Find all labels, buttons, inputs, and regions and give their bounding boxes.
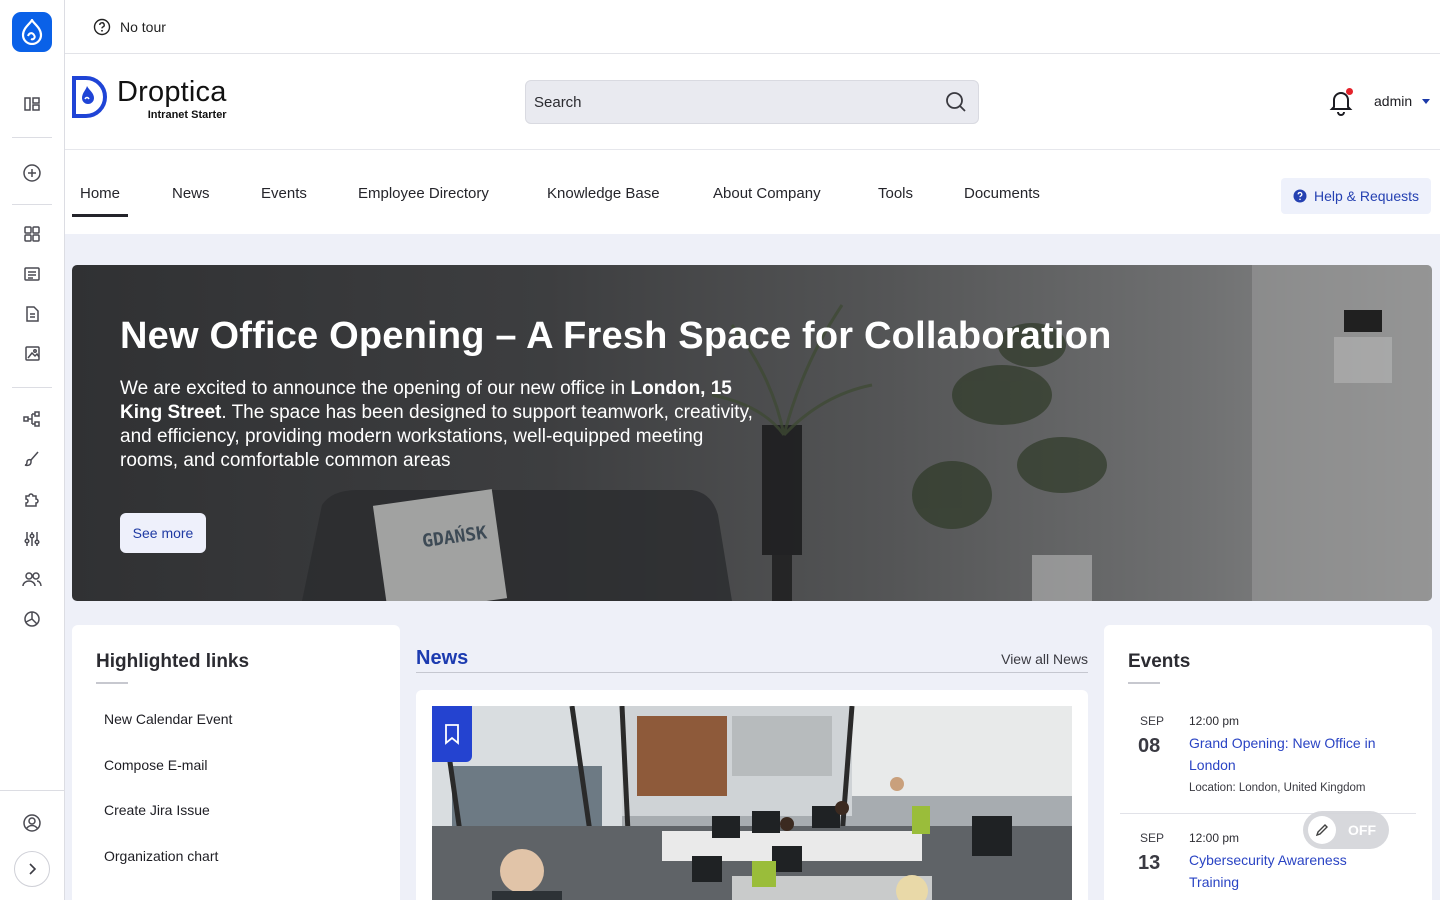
nav-item-knowledge-base[interactable]: Knowledge Base [547,185,660,202]
brand-name: Droptica [117,76,227,108]
event-location: Location: London, United Kingdom [1189,782,1366,794]
user-name: admin [1374,93,1413,109]
nav-item-news[interactable]: News [172,185,210,202]
news-image[interactable] [432,706,1072,900]
bookmark-button[interactable] [432,706,472,762]
files-icon[interactable] [20,302,44,326]
appearance-brush-icon[interactable] [20,447,44,471]
toggle-knob [1308,816,1336,844]
title-underline [1128,682,1160,684]
nav-item-employee-directory[interactable]: Employee Directory [358,185,489,202]
media-icon[interactable] [20,342,44,366]
site-logo[interactable]: Droptica Intranet Starter [71,76,227,121]
nav-item-tools[interactable]: Tools [878,185,913,202]
hero-banner: GDAŃSK New Office Opening – A Fresh Spac… [72,265,1432,601]
nav-item-home[interactable]: Home [71,185,129,217]
events-title: Events [1128,651,1191,672]
user-account-icon[interactable] [20,811,44,835]
events-card: Events SEP 08 12:00 pm Grand Opening: Ne… [1104,625,1432,900]
toggle-label: OFF [1348,822,1376,838]
main-navigation: Home News Events Employee Directory Know… [65,150,1440,234]
hero-text-1: We are excited to announce the opening o… [120,378,631,399]
tour-label[interactable]: No tour [120,19,166,35]
shortcuts-icon[interactable] [20,92,44,116]
event-time: 12:00 pm [1189,714,1240,728]
event-time: 12:00 pm [1189,831,1240,845]
news-section-header: News View all News [416,647,1088,673]
chevron-down-icon [1422,98,1431,104]
help-question-icon[interactable] [93,18,111,36]
structure-icon[interactable] [20,407,44,431]
brand-subtitle: Intranet Starter [147,109,227,121]
notification-badge [1346,88,1353,95]
link-compose-email[interactable]: Compose E-mail [104,757,207,773]
expand-toolbar-button[interactable] [14,851,50,887]
add-content-icon[interactable] [20,161,44,185]
events-header: Events [1128,651,1190,684]
link-new-calendar-event[interactable]: New Calendar Event [104,711,232,727]
people-icon[interactable] [20,567,44,591]
drupal-logo-icon[interactable] [12,12,52,52]
extend-puzzle-icon[interactable] [20,487,44,511]
nav-item-documents[interactable]: Documents [964,185,1040,202]
office-photo [432,706,1072,900]
droptica-logo-icon [72,76,107,118]
event-month: SEP [1140,831,1165,845]
search-box [525,80,979,124]
search-input[interactable] [526,81,978,123]
highlighted-links-header: Highlighted links [96,651,249,684]
pencil-icon [1315,824,1328,837]
nav-item-about-company[interactable]: About Company [713,185,821,202]
title-underline [96,682,128,684]
site-header: Droptica Intranet Starter admin [65,54,1440,150]
highlighted-links-title: Highlighted links [96,651,250,672]
dashboard-icon[interactable] [20,222,44,246]
hero-description: We are excited to announce the opening o… [120,377,760,473]
see-more-button[interactable]: See more [120,513,206,553]
edit-mode-toggle[interactable]: OFF [1303,811,1389,849]
help-circle-icon [1293,189,1307,203]
search-icon[interactable] [944,90,968,114]
user-menu[interactable]: admin [1374,93,1431,109]
nav-item-events[interactable]: Events [261,185,307,202]
hero-title: New Office Opening – A Fresh Space for C… [120,315,1112,357]
bookmark-icon [445,724,459,745]
highlighted-links-card: Highlighted links New Calendar Event Com… [72,625,400,900]
event-day: 13 [1138,852,1161,874]
event-title-link[interactable]: Cybersecurity Awareness Training [1189,849,1399,893]
news-title: News [416,647,469,669]
chevron-right-icon [29,863,37,875]
help-requests-button[interactable]: Help & Requests [1281,178,1431,214]
admin-toolbar [0,0,65,900]
reports-icon[interactable] [20,607,44,631]
link-organization-chart[interactable]: Organization chart [104,848,218,864]
help-requests-label: Help & Requests [1313,188,1420,204]
news-card[interactable] [416,690,1088,900]
event-month: SEP [1140,714,1165,728]
content-icon[interactable] [20,262,44,286]
event-title-link[interactable]: Grand Opening: New Office in London [1189,732,1399,776]
tour-bar: No tour [65,0,1440,54]
event-day: 08 [1138,735,1161,757]
link-create-jira-issue[interactable]: Create Jira Issue [104,802,210,818]
notifications-button[interactable] [1327,88,1355,116]
view-all-news-link[interactable]: View all News [1001,651,1088,667]
configuration-sliders-icon[interactable] [20,527,44,551]
